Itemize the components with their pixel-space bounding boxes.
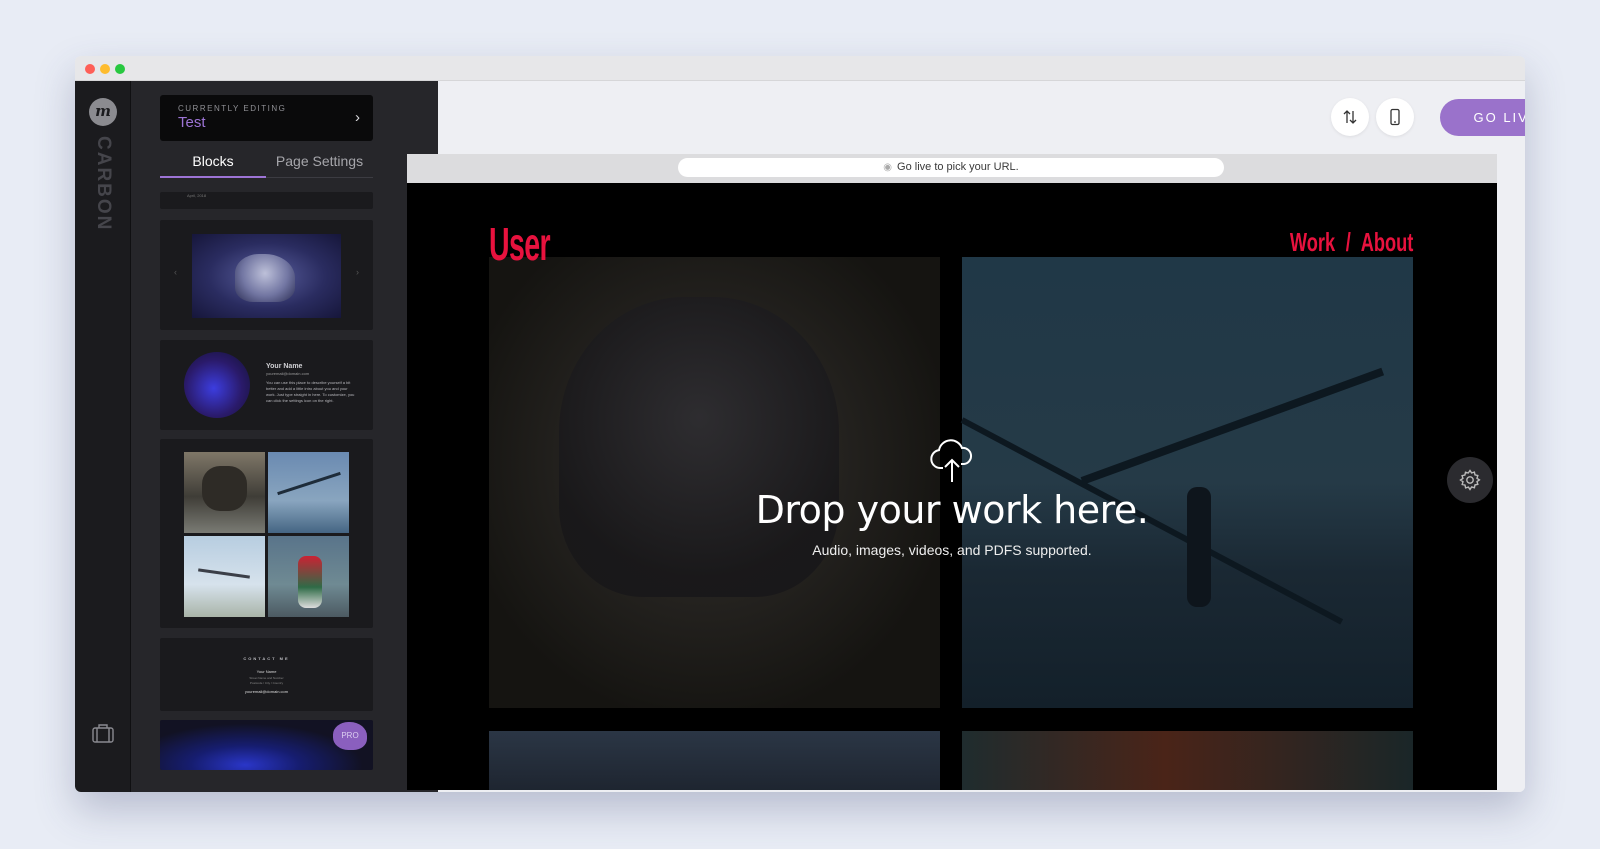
window-titlebar <box>75 56 1525 81</box>
work-image-3[interactable] <box>489 731 940 790</box>
minimize-window-button[interactable] <box>100 64 110 74</box>
bio-text-group: Your Name youremail@domain.com You can u… <box>266 363 356 404</box>
site-title[interactable]: User <box>489 217 551 271</box>
bio-avatar <box>184 352 250 418</box>
blocks-panel: CURRENTLY EDITING Test › Blocks Page Set… <box>131 81 438 792</box>
close-window-button[interactable] <box>85 64 95 74</box>
bio-name: Your Name <box>266 363 303 370</box>
contact-heading: CONTACT ME <box>243 656 290 661</box>
chevron-right-icon: › <box>355 109 360 126</box>
site-preview: User Work / About Drop your work here. A… <box>407 183 1497 790</box>
mobile-preview-button[interactable] <box>1376 98 1414 136</box>
block-preview-pro[interactable]: PRO <box>160 720 373 770</box>
thumbnail-character <box>268 536 349 617</box>
briefcase-icon[interactable] <box>91 721 115 745</box>
thumbnail-jet <box>268 452 349 533</box>
reorder-button[interactable] <box>1331 98 1369 136</box>
contact-address-1: Street Name and Number <box>249 676 284 680</box>
drop-zone[interactable]: Drop your work here. Audio, images, vide… <box>407 438 1497 558</box>
block-preview-grid[interactable] <box>160 439 373 628</box>
nav-separator: / <box>1345 227 1351 257</box>
editing-page-name: Test <box>178 114 206 131</box>
drop-subtitle: Audio, images, videos, and PDFS supporte… <box>812 542 1092 558</box>
block-preview-contact[interactable]: CONTACT ME Your Name Street Name and Num… <box>160 638 373 711</box>
app-logo[interactable]: m <box>89 98 117 126</box>
chevron-right-icon: › <box>356 267 359 277</box>
chevron-left-icon: ‹ <box>174 267 177 277</box>
thumbnail-ship <box>184 536 265 617</box>
contact-text-group: CONTACT ME Your Name Street Name and Num… <box>160 656 373 694</box>
grid-thumbnails <box>184 452 349 617</box>
go-live-button[interactable]: GO LIVE <box>1440 99 1525 136</box>
cloud-upload-icon <box>930 439 973 482</box>
reorder-icon <box>1343 110 1357 124</box>
block-preview-slideshow[interactable]: ‹ › <box>160 220 373 330</box>
block-preview-bio[interactable]: Your Name youremail@domain.com You can u… <box>160 340 373 430</box>
currently-editing-selector[interactable]: CURRENTLY EDITING Test › <box>160 95 373 141</box>
url-message: Go live to pick your URL. <box>897 161 1019 173</box>
gear-icon <box>1459 469 1481 491</box>
contact-email: youremail@domain.com <box>244 689 289 694</box>
site-nav: Work / About <box>1290 227 1413 258</box>
drop-title: Drop your work here. <box>755 488 1149 532</box>
mobile-icon <box>1390 108 1400 126</box>
bio-email: youremail@domain.com <box>266 371 310 376</box>
block-date-text: April, 2018 <box>187 193 207 198</box>
eye-icon: ◉ <box>883 162 893 173</box>
settings-button[interactable] <box>1447 457 1493 503</box>
thumbnail-robot <box>184 452 265 533</box>
slideshow-image <box>192 234 341 318</box>
pro-badge: PRO <box>333 722 367 750</box>
tab-blocks[interactable]: Blocks <box>160 153 266 178</box>
sidebar-rail: m CARBON <box>75 81 131 792</box>
block-preview-header[interactable]: April, 2018 <box>160 192 373 209</box>
nav-work-link[interactable]: Work <box>1290 227 1335 257</box>
work-image-4[interactable] <box>962 731 1413 790</box>
url-field[interactable]: ◉ Go live to pick your URL. <box>678 158 1224 177</box>
bio-description: You can use this place to describe yours… <box>266 380 355 403</box>
preview-url-bar: ◉ Go live to pick your URL. <box>407 154 1497 183</box>
app-window: m CARBON CURRENTLY EDITING Test › Blocks… <box>75 56 1525 792</box>
nav-about-link[interactable]: About <box>1360 227 1413 257</box>
panel-tabs: Blocks Page Settings <box>160 153 373 178</box>
tab-page-settings[interactable]: Page Settings <box>266 153 373 178</box>
currently-editing-label: CURRENTLY EDITING <box>178 104 287 113</box>
maximize-window-button[interactable] <box>115 64 125 74</box>
contact-address-2: Postcode / City / Country <box>249 681 284 685</box>
brand-name: CARBON <box>93 136 114 232</box>
contact-name: Your Name <box>256 669 277 674</box>
